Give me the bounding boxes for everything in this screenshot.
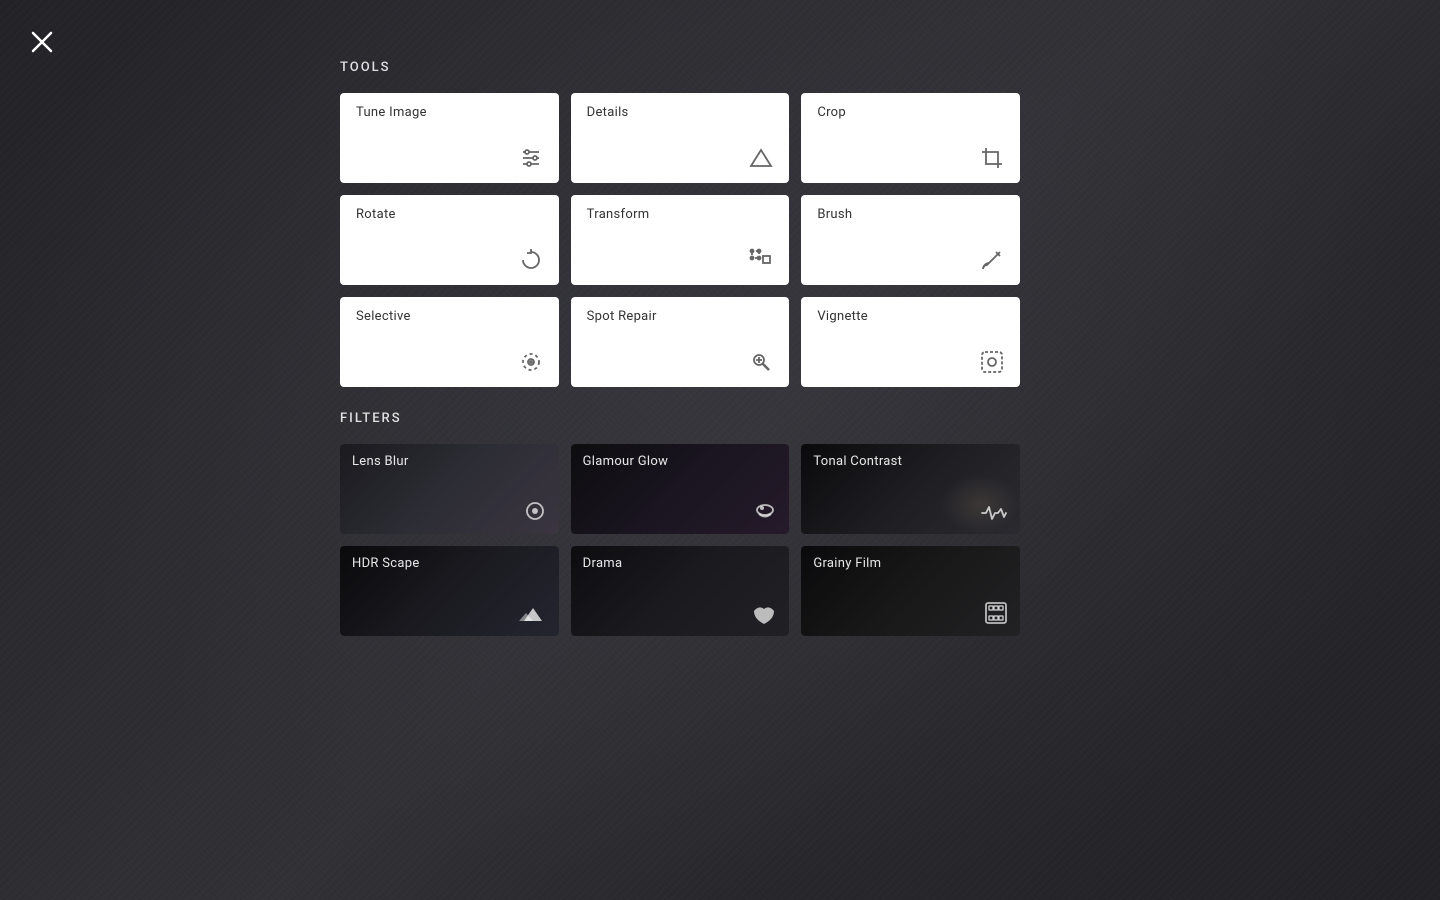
selective-label: Selective bbox=[356, 309, 543, 324]
selective-icon bbox=[519, 350, 543, 377]
transform-label: Transform bbox=[587, 207, 774, 222]
filter-card-lens-blur[interactable]: Lens Blur bbox=[340, 444, 559, 534]
drama-content: Drama bbox=[571, 546, 790, 636]
tools-grid: Tune Image Details bbox=[340, 93, 1020, 387]
tonal-contrast-content: Tonal Contrast bbox=[801, 444, 1020, 534]
crop-label: Crop bbox=[817, 105, 1004, 120]
filters-section-title: FILTERS bbox=[340, 411, 1020, 426]
filter-card-hdr-scape[interactable]: HDR Scape bbox=[340, 546, 559, 636]
hdr-scape-label: HDR Scape bbox=[352, 556, 547, 571]
glamour-glow-label: Glamour Glow bbox=[583, 454, 778, 469]
hdr-scape-content: HDR Scape bbox=[340, 546, 559, 636]
brush-icon bbox=[980, 248, 1004, 275]
hdr-scape-icon bbox=[519, 603, 547, 628]
lens-blur-label: Lens Blur bbox=[352, 454, 547, 469]
triangle-icon bbox=[749, 146, 773, 173]
rotate-label: Rotate bbox=[356, 207, 543, 222]
brush-label: Brush bbox=[817, 207, 1004, 222]
tool-card-tune-image[interactable]: Tune Image bbox=[340, 93, 559, 183]
drama-icon bbox=[751, 603, 777, 628]
tool-card-transform[interactable]: Transform bbox=[571, 195, 790, 285]
filter-card-drama[interactable]: Drama bbox=[571, 546, 790, 636]
lens-blur-icon bbox=[523, 499, 547, 526]
tool-card-brush[interactable]: Brush bbox=[801, 195, 1020, 285]
glamour-glow-icon bbox=[753, 499, 777, 526]
filter-card-tonal-contrast[interactable]: Tonal Contrast bbox=[801, 444, 1020, 534]
tool-card-spot-repair[interactable]: Spot Repair bbox=[571, 297, 790, 387]
filters-grid: Lens Blur Glamour Glow bbox=[340, 444, 1020, 636]
content-panel: TOOLS Tune Image Detail bbox=[0, 0, 1440, 900]
tonal-contrast-icon bbox=[980, 503, 1008, 526]
tool-card-vignette[interactable]: Vignette bbox=[801, 297, 1020, 387]
transform-icon bbox=[749, 248, 773, 275]
crop-icon bbox=[980, 146, 1004, 173]
filter-card-grainy-film[interactable]: Grainy Film bbox=[801, 546, 1020, 636]
grainy-film-content: Grainy Film bbox=[801, 546, 1020, 636]
details-label: Details bbox=[587, 105, 774, 120]
tool-card-selective[interactable]: Selective bbox=[340, 297, 559, 387]
lens-blur-content: Lens Blur bbox=[340, 444, 559, 534]
drama-label: Drama bbox=[583, 556, 778, 571]
tune-image-label: Tune Image bbox=[356, 105, 543, 120]
grainy-film-label: Grainy Film bbox=[813, 556, 1008, 571]
rotate-icon bbox=[519, 248, 543, 275]
spot-repair-icon bbox=[749, 350, 773, 377]
grainy-film-icon bbox=[984, 601, 1008, 628]
tool-card-details[interactable]: Details bbox=[571, 93, 790, 183]
filters-section: FILTERS Lens Blur bbox=[340, 411, 1020, 636]
main-panel: TOOLS Tune Image Detail bbox=[340, 60, 1020, 648]
spot-repair-label: Spot Repair bbox=[587, 309, 774, 324]
close-button[interactable] bbox=[20, 20, 64, 64]
glamour-glow-content: Glamour Glow bbox=[571, 444, 790, 534]
sliders-icon bbox=[519, 146, 543, 173]
tool-card-rotate[interactable]: Rotate bbox=[340, 195, 559, 285]
filter-card-glamour-glow[interactable]: Glamour Glow bbox=[571, 444, 790, 534]
tools-section-title: TOOLS bbox=[340, 60, 1020, 75]
tonal-contrast-label: Tonal Contrast bbox=[813, 454, 1008, 469]
vignette-label: Vignette bbox=[817, 309, 1004, 324]
tool-card-crop[interactable]: Crop bbox=[801, 93, 1020, 183]
vignette-icon bbox=[980, 350, 1004, 377]
